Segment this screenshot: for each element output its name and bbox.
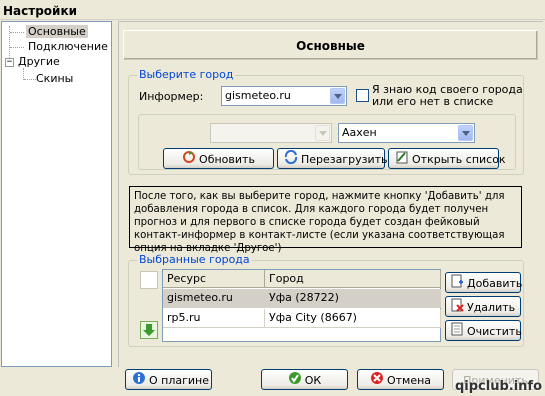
know-code-checkbox[interactable] xyxy=(356,89,369,102)
move-down-button[interactable] xyxy=(140,321,158,339)
settings-tree: − Основные Подключение Другие Скины xyxy=(1,21,112,367)
tree-connector xyxy=(24,79,36,80)
column-header-city[interactable]: Город xyxy=(265,270,441,288)
informer-select-value: gismeteo.ru xyxy=(225,89,291,102)
selected-cities-table[interactable]: Ресурс Город gismeteo.ru Уфа (28722) rp5… xyxy=(162,269,441,342)
refresh-button-label: Обновить xyxy=(199,153,255,166)
add-button[interactable]: Добавить xyxy=(445,272,523,294)
tree-collapse-icon[interactable]: − xyxy=(5,58,14,67)
clear-button-label: Очистить xyxy=(467,325,522,338)
open-list-button-label: Открыть список xyxy=(412,153,506,166)
tree-item-label: Основные xyxy=(26,25,88,38)
about-plugin-button[interactable]: О плагине xyxy=(125,369,212,390)
city-select-value: Аахен xyxy=(342,126,377,139)
page-title: Основные xyxy=(123,30,538,60)
arrow-down-icon xyxy=(143,324,155,336)
tree-item-label: Подключение xyxy=(28,40,108,53)
cell-city: Уфа City (8667) xyxy=(265,309,441,328)
refresh-icon xyxy=(182,150,196,170)
informer-label: Информер: xyxy=(139,90,204,103)
watermark: qipclub.info xyxy=(454,379,542,394)
tree-item-connection[interactable]: Подключение xyxy=(28,40,108,55)
clear-button[interactable]: Очистить xyxy=(445,320,522,342)
cell-city: Уфа (28722) xyxy=(265,289,441,308)
cancel-button[interactable]: Отмена xyxy=(357,369,444,390)
refresh-button[interactable]: Обновить xyxy=(163,148,274,169)
ok-button[interactable]: ОК xyxy=(261,369,348,390)
know-code-label: Я знаю код своего города или его нет в с… xyxy=(372,84,523,108)
open-list-button[interactable]: Открыть список xyxy=(388,148,506,170)
cell-resource: gismeteo.ru xyxy=(163,289,265,308)
reload-button[interactable]: Перезагрузить xyxy=(277,148,388,170)
choose-city-legend: Выберите город xyxy=(137,68,236,81)
delete-icon xyxy=(450,298,464,318)
country-select xyxy=(210,123,332,143)
open-list-icon xyxy=(395,150,409,170)
tree-connector xyxy=(10,47,24,48)
selected-cities-legend: Выбранные города xyxy=(137,253,252,266)
cancel-icon xyxy=(370,371,384,391)
know-code-label-line-2: или его нет в списке xyxy=(372,95,494,108)
cell-resource: rp5.ru xyxy=(163,309,265,328)
tree-item-other[interactable]: Другие xyxy=(18,55,60,70)
chevron-down-icon xyxy=(315,125,330,141)
delete-button-label: Удалить xyxy=(467,301,516,314)
tree-connector xyxy=(10,32,24,33)
check-icon xyxy=(288,371,302,391)
city-select[interactable]: Аахен xyxy=(338,123,475,143)
chevron-down-icon[interactable] xyxy=(458,125,473,141)
reload-button-label: Перезагрузить xyxy=(301,153,388,166)
informer-select[interactable]: gismeteo.ru xyxy=(221,86,347,106)
cancel-button-label: Отмена xyxy=(386,374,432,387)
tree-item-skins[interactable]: Скины xyxy=(36,72,73,87)
tree-item-label: Скины xyxy=(36,72,74,85)
move-up-button[interactable] xyxy=(140,271,158,289)
about-plugin-label: О плагине xyxy=(149,374,210,387)
tree-item-label: Другие xyxy=(18,55,60,68)
info-icon xyxy=(132,371,146,391)
info-text: После того, как вы выберите город, нажми… xyxy=(129,186,522,254)
delete-button[interactable]: Удалить xyxy=(445,296,521,317)
tree-item-main[interactable]: Основные xyxy=(26,25,88,40)
ok-button-label: ОК xyxy=(304,374,322,387)
reload-icon xyxy=(284,149,298,170)
chevron-down-icon[interactable] xyxy=(330,88,345,104)
column-header-resource[interactable]: Ресурс xyxy=(163,270,265,288)
add-button-label: Добавить xyxy=(467,277,523,290)
clear-icon xyxy=(450,322,464,342)
add-icon xyxy=(450,274,464,294)
window-title: Настройки xyxy=(0,0,545,20)
